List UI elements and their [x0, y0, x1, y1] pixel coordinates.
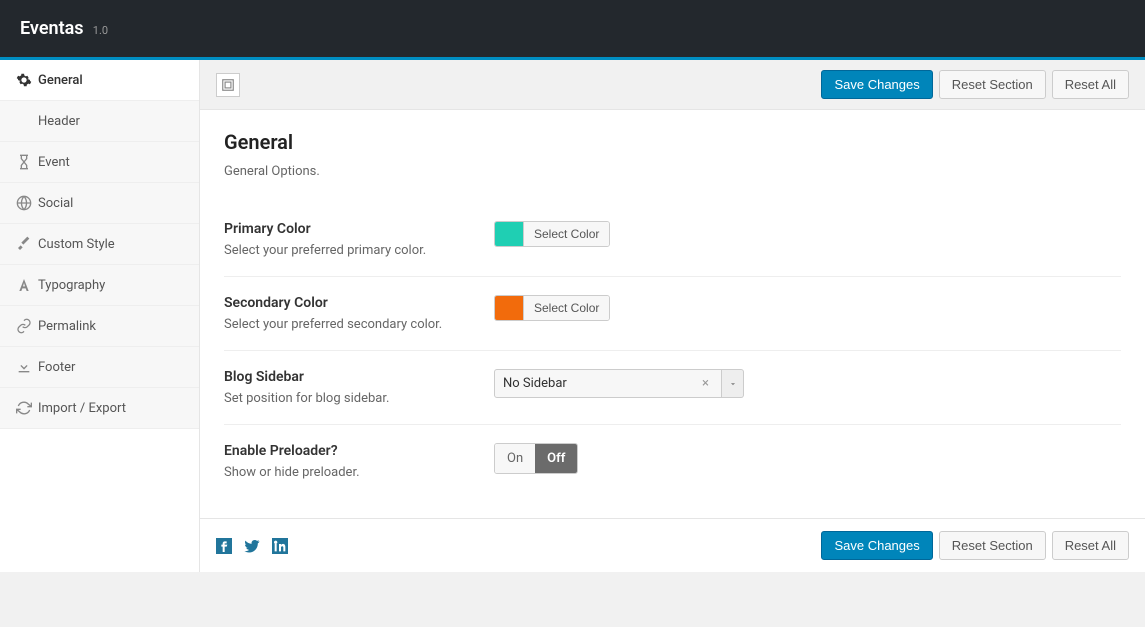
hourglass-icon: [16, 154, 38, 170]
reset-section-button-footer[interactable]: Reset Section: [939, 531, 1046, 560]
field-label: Blog Sidebar: [224, 369, 474, 385]
toggle-on[interactable]: On: [495, 444, 535, 473]
sidebar-item-label: Import / Export: [38, 401, 126, 416]
reset-all-button-footer[interactable]: Reset All: [1052, 531, 1129, 560]
field-secondary-color: Secondary Color Select your preferred se…: [224, 277, 1121, 351]
sidebar-item-footer[interactable]: Footer: [0, 347, 199, 388]
field-label: Enable Preloader?: [224, 443, 474, 459]
clear-icon[interactable]: ×: [698, 376, 713, 391]
save-button-footer[interactable]: Save Changes: [821, 531, 932, 560]
sidebar-item-header[interactable]: Header: [0, 101, 199, 142]
field-primary-color: Primary Color Select your preferred prim…: [224, 203, 1121, 277]
sidebar-item-typography[interactable]: Typography: [0, 265, 199, 306]
field-desc: Select your preferred primary color.: [224, 243, 474, 258]
sidebar-item-label: Custom Style: [38, 237, 115, 252]
app-version: 1.0: [93, 24, 108, 37]
expand-icon: [221, 78, 235, 92]
facebook-icon[interactable]: [216, 538, 232, 554]
sidebar-item-label: Header: [38, 114, 80, 129]
expand-button[interactable]: [216, 73, 240, 97]
brush-icon: [16, 236, 38, 252]
blog-sidebar-select[interactable]: No Sidebar ×: [494, 369, 744, 398]
toolbar: Save Changes Reset Section Reset All: [200, 60, 1145, 110]
sidebar-item-permalink[interactable]: Permalink: [0, 306, 199, 347]
field-blog-sidebar: Blog Sidebar Set position for blog sideb…: [224, 351, 1121, 425]
sidebar-item-label: General: [38, 73, 83, 88]
link-icon: [16, 318, 38, 334]
field-label: Primary Color: [224, 221, 474, 237]
header-bar: Eventas 1.0: [0, 0, 1145, 60]
footer-bar: Save Changes Reset Section Reset All: [200, 518, 1145, 572]
save-button[interactable]: Save Changes: [821, 70, 932, 99]
sidebar-item-label: Permalink: [38, 319, 96, 334]
select-value: No Sidebar: [503, 376, 567, 391]
sidebar-item-event[interactable]: Event: [0, 142, 199, 183]
preloader-toggle[interactable]: On Off: [494, 443, 578, 474]
globe-icon: [16, 195, 38, 211]
color-swatch: [495, 222, 523, 246]
toggle-off[interactable]: Off: [535, 444, 577, 473]
sidebar: General Header Event Social Custom Style…: [0, 60, 200, 572]
reset-all-button[interactable]: Reset All: [1052, 70, 1129, 99]
secondary-color-picker[interactable]: Select Color: [494, 295, 610, 321]
field-desc: Set position for blog sidebar.: [224, 391, 474, 406]
select-color-button[interactable]: Select Color: [523, 296, 609, 320]
section-desc: General Options.: [224, 164, 1121, 179]
sidebar-item-label: Footer: [38, 360, 75, 375]
app-title: Eventas: [20, 18, 84, 39]
sidebar-item-label: Typography: [38, 278, 105, 293]
reset-section-button[interactable]: Reset Section: [939, 70, 1046, 99]
select-color-button[interactable]: Select Color: [523, 222, 609, 246]
gears-icon: [16, 72, 38, 88]
primary-color-picker[interactable]: Select Color: [494, 221, 610, 247]
sidebar-item-custom-style[interactable]: Custom Style: [0, 224, 199, 265]
font-icon: [16, 277, 38, 293]
sidebar-item-social[interactable]: Social: [0, 183, 199, 224]
field-label: Secondary Color: [224, 295, 474, 311]
sidebar-item-label: Event: [38, 155, 70, 170]
color-swatch: [495, 296, 523, 320]
field-desc: Show or hide preloader.: [224, 465, 474, 480]
twitter-icon[interactable]: [244, 538, 260, 554]
sliders-icon: [16, 113, 38, 129]
field-desc: Select your preferred secondary color.: [224, 317, 474, 332]
sidebar-item-label: Social: [38, 196, 73, 211]
chevron-down-icon[interactable]: [722, 369, 744, 398]
field-preloader: Enable Preloader? Show or hide preloader…: [224, 425, 1121, 498]
section-title: General: [224, 130, 1121, 154]
linkedin-icon[interactable]: [272, 538, 288, 554]
download-icon: [16, 359, 38, 375]
refresh-icon: [16, 400, 38, 416]
sidebar-item-general[interactable]: General: [0, 60, 199, 101]
sidebar-item-import-export[interactable]: Import / Export: [0, 388, 199, 429]
